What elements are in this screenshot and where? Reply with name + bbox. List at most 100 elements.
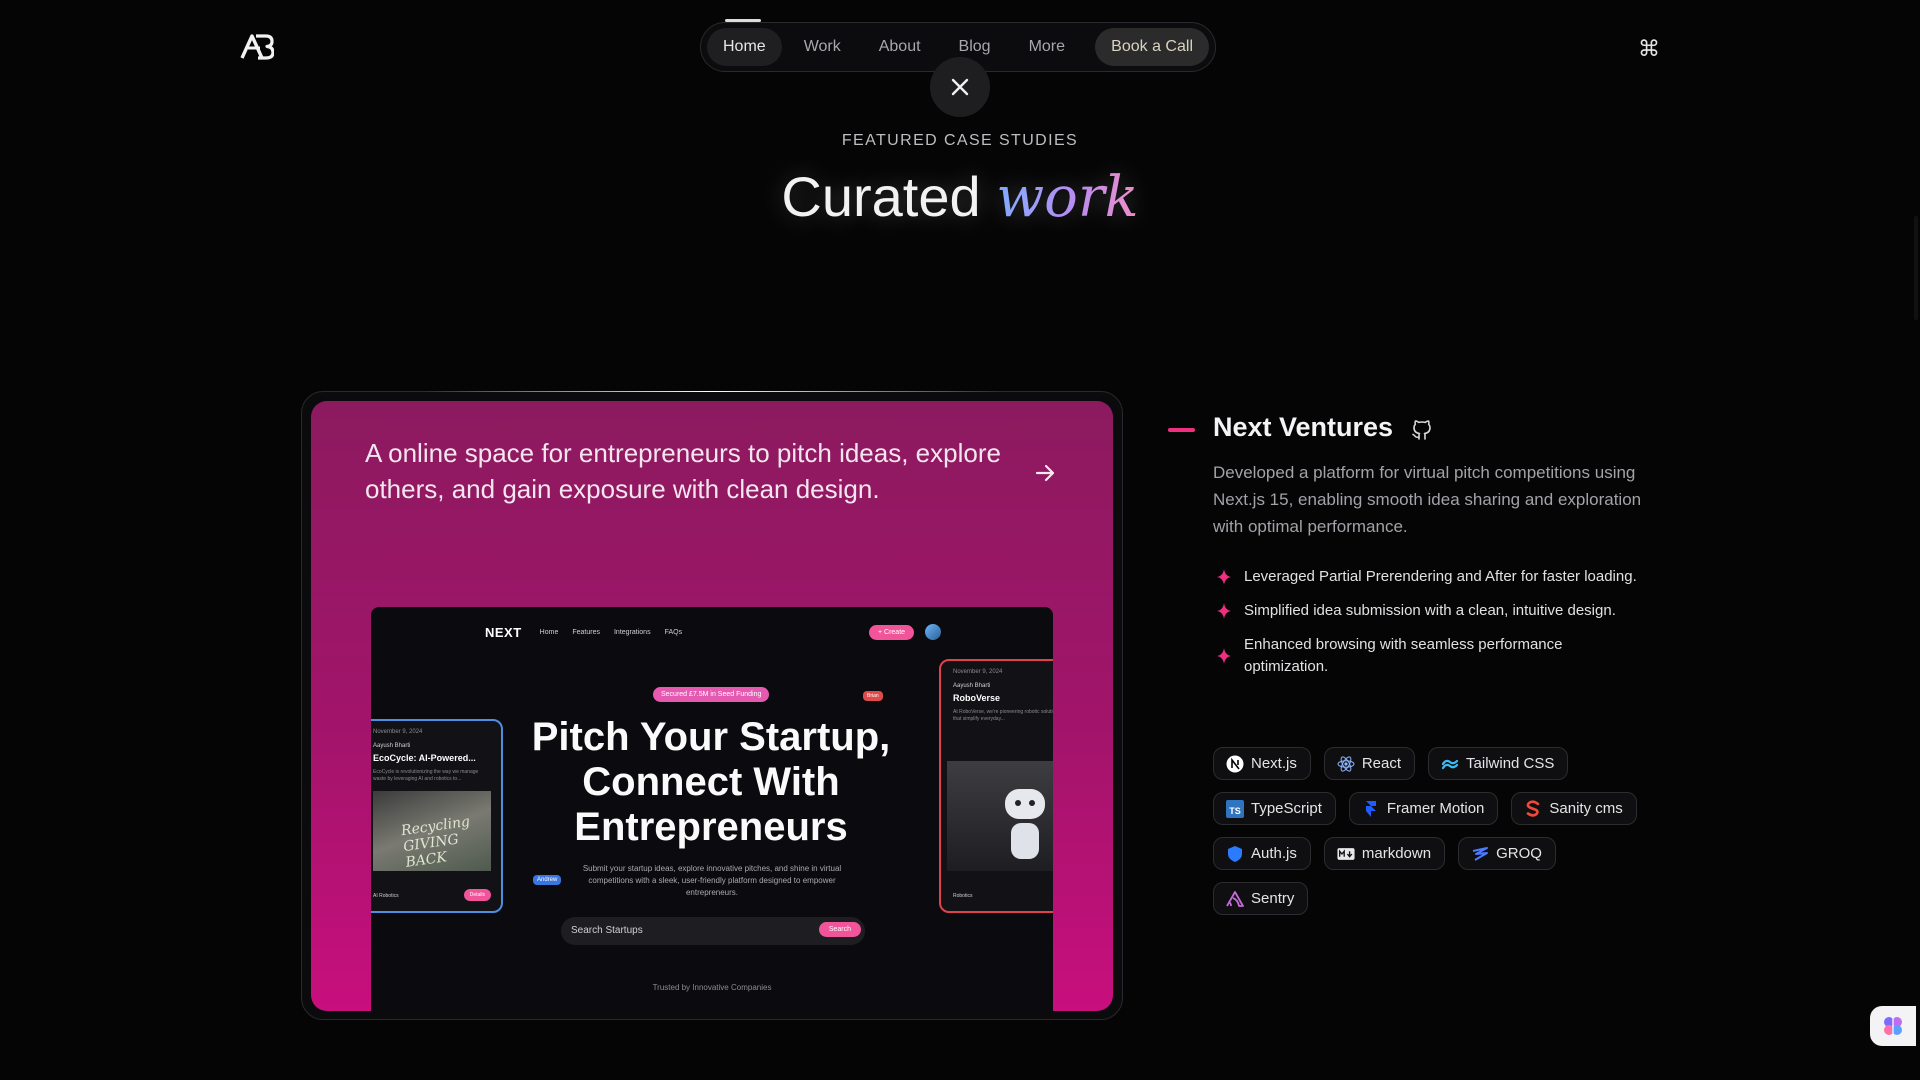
nextjs-icon bbox=[1226, 755, 1244, 773]
mock-startup-card: November 9, 2024 Aayush Bharti EcoCycle:… bbox=[371, 719, 503, 913]
brain-icon bbox=[1884, 1017, 1902, 1035]
section-title: Curated work bbox=[0, 164, 1920, 230]
mock-card-title: RoboVerse bbox=[953, 693, 1001, 703]
project-highlights: Leveraged Partial Prerendering and After… bbox=[1213, 566, 1643, 690]
tech-tag-markdown: markdown bbox=[1323, 837, 1446, 870]
groq-icon bbox=[1471, 845, 1489, 863]
github-icon[interactable] bbox=[1410, 418, 1434, 442]
project-card[interactable]: A online space for entrepreneurs to pitc… bbox=[311, 401, 1113, 1011]
robot-eye bbox=[1029, 800, 1035, 806]
tech-tag-label: Sanity cms bbox=[1549, 800, 1623, 817]
tech-tag-sanity: Sanity cms bbox=[1511, 792, 1637, 825]
tech-tag-label: markdown bbox=[1361, 845, 1432, 862]
tech-tag-framer: Framer Motion bbox=[1348, 792, 1499, 825]
mock-headline: Pitch Your Startup, Connect With Entrepr… bbox=[531, 715, 891, 849]
mock-cursor-tag: Brian bbox=[863, 691, 883, 701]
mock-search-bar: Search Startups Search bbox=[561, 917, 865, 945]
scrollbar[interactable] bbox=[1914, 216, 1918, 320]
nav-about[interactable]: About bbox=[863, 28, 937, 66]
mock-card-date: November 9, 2024 bbox=[373, 729, 423, 735]
mock-card-title: EcoCycle: AI-Powered... bbox=[373, 753, 476, 763]
mock-nav-item: Features bbox=[572, 629, 600, 636]
nav-work[interactable]: Work bbox=[788, 28, 857, 66]
robot-body bbox=[1011, 823, 1039, 859]
tailwind-icon bbox=[1441, 755, 1459, 773]
mock-card-author: Aayush Bharti bbox=[953, 683, 991, 689]
mock-avatar bbox=[925, 624, 941, 640]
tech-tag-label: Framer Motion bbox=[1386, 800, 1485, 817]
mock-create-button: + Create bbox=[869, 625, 915, 640]
tech-tag-typescript: TS TypeScript bbox=[1213, 792, 1336, 825]
svg-text:TS: TS bbox=[1229, 806, 1241, 816]
tech-tag-label: Auth.js bbox=[1251, 845, 1297, 862]
sparkle-icon bbox=[1217, 648, 1231, 664]
mock-card-date: November 9, 2024 bbox=[953, 669, 1003, 675]
tech-tag-label: Sentry bbox=[1251, 890, 1295, 907]
mock-card-desc: At RoboVerse, we're pioneering robotic s… bbox=[953, 709, 1053, 722]
mock-card-image-text: Recycling GIVING BACK bbox=[400, 813, 471, 871]
mock-nav-item: Integrations bbox=[613, 629, 651, 636]
tech-tag-react: React bbox=[1323, 747, 1416, 780]
mock-nav: NEXT Home Features Integrations FAQs bbox=[485, 625, 682, 640]
project-title: Next Ventures bbox=[1213, 412, 1394, 442]
tech-tag-sentry: Sentry bbox=[1213, 882, 1309, 915]
robot-image bbox=[947, 761, 1053, 871]
highlight-text: Enhanced browsing with seamless performa… bbox=[1244, 636, 1563, 675]
mock-card-tag: Robotics bbox=[953, 893, 973, 899]
framer-icon bbox=[1362, 800, 1380, 818]
markdown-icon bbox=[1337, 845, 1355, 863]
sparkle-icon bbox=[1217, 603, 1231, 619]
highlight-text: Leveraged Partial Prerendering and After… bbox=[1244, 568, 1637, 585]
mock-funding-badge: Secured £7.5M in Seed Funding bbox=[653, 687, 770, 702]
highlight-item: Simplified idea submission with a clean,… bbox=[1213, 600, 1643, 622]
project-description: Developed a platform for virtual pitch c… bbox=[1213, 463, 1642, 536]
tech-tag-authjs: Auth.js bbox=[1213, 837, 1311, 870]
sparkle-icon bbox=[1217, 569, 1231, 585]
mock-trusted-text: Trusted by Innovative Companies bbox=[652, 983, 772, 992]
mock-subtext: Submit your startup ideas, explore innov… bbox=[582, 864, 842, 897]
mock-cursor-tag: Andrew bbox=[533, 875, 562, 885]
section-title-accent: work bbox=[996, 165, 1139, 230]
project-screenshot: NEXT Home Features Integrations FAQs + C… bbox=[371, 607, 1053, 1011]
authjs-icon bbox=[1226, 845, 1244, 863]
tech-tag-label: GROQ bbox=[1496, 845, 1542, 862]
highlight-item: Leveraged Partial Prerendering and After… bbox=[1213, 566, 1643, 588]
close-icon bbox=[951, 78, 969, 96]
tech-stack: Next.js React Tailwind CSS TS TypeScript… bbox=[1213, 747, 1663, 915]
mock-card-button: Details bbox=[463, 889, 491, 901]
mock-search-placeholder: Search Startups bbox=[571, 925, 643, 936]
logo[interactable] bbox=[240, 34, 274, 60]
tech-tag-label: Tailwind CSS bbox=[1466, 755, 1555, 772]
nav-active-indicator bbox=[725, 19, 761, 22]
tech-tag-nextjs: Next.js bbox=[1213, 747, 1311, 780]
sanity-icon bbox=[1524, 799, 1542, 818]
section-eyebrow: FEATURED CASE STUDIES bbox=[841, 132, 1079, 149]
tech-tag-label: TypeScript bbox=[1251, 800, 1322, 817]
project-card-tagline: A online space for entrepreneurs to pitc… bbox=[365, 438, 1001, 504]
assistant-button[interactable] bbox=[1870, 1006, 1916, 1046]
mock-nav-item: FAQs bbox=[664, 629, 683, 636]
mock-search-button: Search bbox=[818, 922, 861, 937]
mock-nav-item: Home bbox=[539, 629, 559, 636]
command-icon[interactable]: ⌘ bbox=[1638, 36, 1660, 62]
react-icon bbox=[1337, 755, 1355, 773]
book-a-call-button[interactable]: Book a Call bbox=[1095, 28, 1209, 66]
nav-home[interactable]: Home bbox=[707, 28, 782, 66]
mock-card-image: Recycling GIVING BACK bbox=[373, 791, 491, 871]
mock-card-author: Aayush Bharti bbox=[373, 743, 411, 749]
robot-head bbox=[1005, 789, 1045, 819]
nav-more[interactable]: More bbox=[1013, 28, 1081, 66]
tech-tag-tailwind: Tailwind CSS bbox=[1428, 747, 1569, 780]
mock-brand: NEXT bbox=[485, 625, 522, 640]
mock-card-desc: EcoCycle is revolutionizing the way we m… bbox=[373, 769, 479, 782]
sentry-icon bbox=[1226, 890, 1244, 908]
highlight-text: Simplified idea submission with a clean,… bbox=[1244, 602, 1616, 619]
tech-tag-label: React bbox=[1361, 755, 1402, 772]
arrow-right-icon[interactable] bbox=[1033, 461, 1057, 485]
robot-eye bbox=[1015, 800, 1021, 806]
tech-tag-groq: GROQ bbox=[1458, 837, 1556, 870]
highlight-item: Enhanced browsing with seamless performa… bbox=[1213, 634, 1643, 678]
close-button[interactable] bbox=[930, 57, 990, 117]
project-accent-dash bbox=[1168, 428, 1195, 432]
typescript-icon: TS bbox=[1226, 799, 1244, 818]
